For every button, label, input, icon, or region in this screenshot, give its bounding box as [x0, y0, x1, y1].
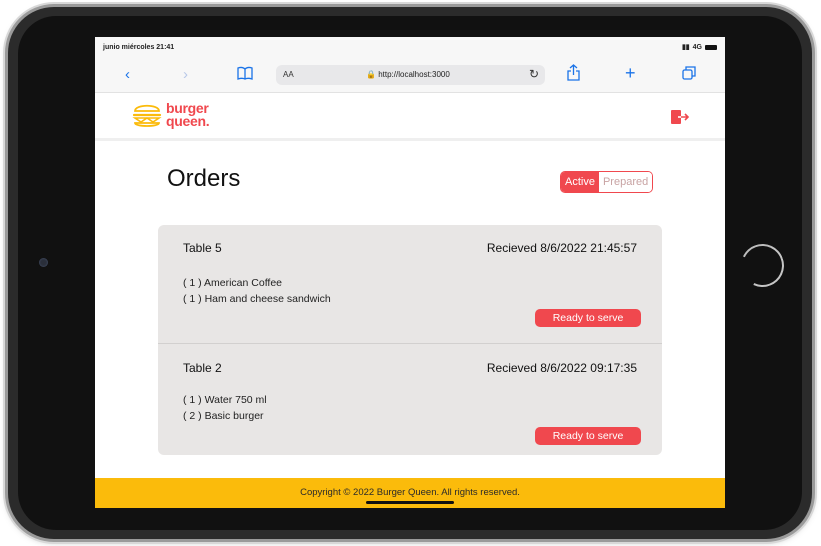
battery-icon [705, 44, 717, 50]
screen: junio miércoles 21:41 ▮▮ 4G ‹ › AA 🔒 htt… [95, 37, 725, 508]
bookmarks-icon[interactable] [237, 66, 253, 86]
order-table: Table 5 [183, 241, 222, 255]
lock-icon: 🔒 [366, 70, 376, 79]
ready-to-serve-button[interactable]: Ready to serve [535, 309, 641, 327]
new-tab-icon[interactable]: + [625, 63, 636, 83]
home-indicator[interactable] [366, 501, 454, 504]
page-title: Orders [167, 165, 241, 192]
url-text: 🔒 http://localhost:3000 [366, 70, 450, 79]
toggle-active[interactable]: Active [561, 172, 599, 192]
status-bar: junio miércoles 21:41 ▮▮ 4G [95, 37, 725, 57]
status-time: junio miércoles 21:41 [103, 43, 175, 51]
order-table: Table 2 [183, 361, 222, 375]
order-card: Table 2 Recieved 8/6/2022 09:17:35 ( 1 )… [158, 343, 662, 455]
order-received-time: Recieved 8/6/2022 09:17:35 [486, 361, 637, 375]
status-indicators: ▮▮ 4G [682, 43, 717, 51]
footer-copyright: Copyright © 2022 Burger Queen. All right… [300, 487, 520, 498]
logo-line-2: queen. [166, 113, 210, 129]
address-bar[interactable]: AA 🔒 http://localhost:3000 ↻ [276, 65, 545, 85]
order-item: ( 2 ) Basic burger [183, 410, 264, 422]
order-items: ( 1 ) American Coffee ( 1 ) Ham and chee… [183, 275, 331, 307]
footer: Copyright © 2022 Burger Queen. All right… [95, 478, 725, 508]
burger-icon [132, 104, 162, 127]
browser-toolbar: ‹ › AA 🔒 http://localhost:3000 ↻ + [95, 57, 725, 93]
app-header: burger queen. [95, 93, 725, 141]
orders-list: Table 5 Recieved 8/6/2022 21:45:57 ( 1 )… [158, 225, 662, 455]
toggle-prepared[interactable]: Prepared [598, 172, 653, 192]
signal-icon: ▮▮ [681, 44, 690, 51]
reload-icon[interactable]: ↻ [529, 67, 539, 81]
forward-icon[interactable]: › [183, 65, 188, 85]
order-item: ( 1 ) Ham and cheese sandwich [183, 293, 331, 305]
brand-logo[interactable]: burger queen. [131, 99, 210, 131]
order-received-time: Recieved 8/6/2022 21:45:57 [486, 241, 637, 255]
status-toggle: Active Prepared [560, 171, 654, 193]
order-item: ( 1 ) American Coffee [183, 277, 283, 289]
main-content: Orders Active Prepared Table 5 Recieved … [95, 141, 725, 477]
tabs-icon[interactable] [682, 66, 696, 86]
logo-wordmark: burger queen. [166, 101, 210, 129]
ready-to-serve-button[interactable]: Ready to serve [535, 427, 641, 445]
logout-icon[interactable] [670, 109, 690, 125]
network-label: 4G [692, 43, 702, 51]
order-card: Table 5 Recieved 8/6/2022 21:45:57 ( 1 )… [158, 225, 662, 343]
order-item: ( 1 ) Water 750 ml [183, 394, 267, 406]
front-camera [39, 258, 48, 267]
text-size-button[interactable]: AA [283, 70, 294, 79]
share-icon[interactable] [567, 64, 580, 87]
order-items: ( 1 ) Water 750 ml ( 2 ) Basic burger [183, 392, 267, 424]
back-icon[interactable]: ‹ [125, 65, 130, 85]
url-value: http://localhost:3000 [378, 70, 450, 79]
